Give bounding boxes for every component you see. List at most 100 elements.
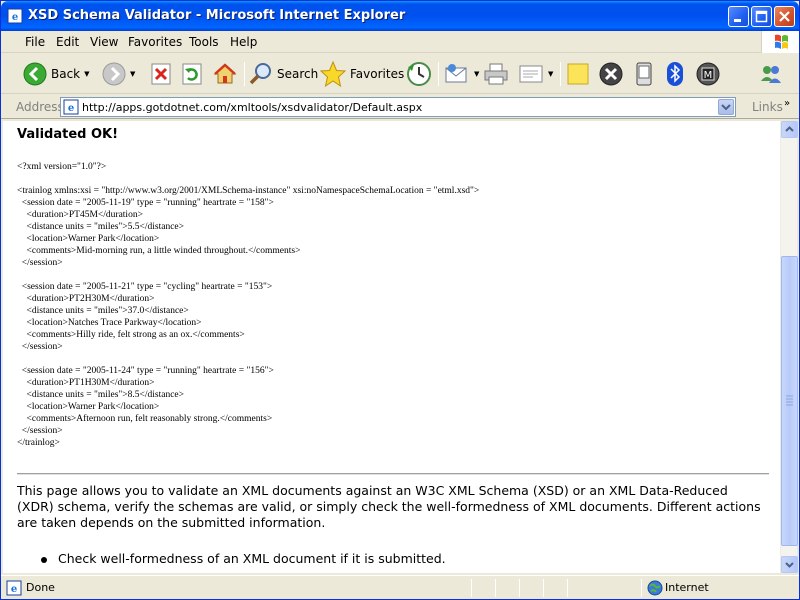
xml-line: <trainlog xmlns:xsi = "http://www.w3.org…: [17, 186, 480, 196]
menu-favorites[interactable]: Favorites: [128, 35, 182, 49]
back-dropdown-icon[interactable]: ▼: [84, 70, 89, 78]
contacts-people-icon: [761, 66, 781, 83]
close-icon: [779, 11, 790, 22]
status-bar: e Done Internet: [1, 575, 799, 599]
maximize-button[interactable]: [751, 6, 772, 27]
status-divider: [495, 579, 496, 597]
mail-icon: [445, 64, 467, 83]
xml-line: <comments>Hilly ride, felt strong as an …: [17, 330, 245, 340]
security-zone: Internet: [665, 581, 709, 594]
xml-line: </trainlog>: [17, 438, 60, 448]
toolbar: Back ▼ ▼ Search Favorites ▼ ▼ M: [1, 54, 799, 94]
mail-dropdown-icon[interactable]: ▼: [474, 70, 479, 78]
print-button[interactable]: [483, 60, 509, 88]
xml-line: </session>: [17, 342, 63, 352]
svg-text:e: e: [68, 103, 74, 114]
svg-text:e: e: [12, 12, 18, 23]
refresh-button[interactable]: [182, 60, 202, 88]
status-divider: [519, 579, 520, 597]
messenger-button[interactable]: M: [695, 60, 721, 88]
browser-window: e XSD Schema Validator - Microsoft Inter…: [0, 0, 800, 600]
refresh-icon: [182, 63, 202, 85]
chevron-down-icon: [721, 104, 731, 111]
address-input[interactable]: e http://apps.gotdotnet.com/xmltools/xsd…: [60, 97, 736, 117]
status-divider: [641, 579, 642, 597]
menu-tools[interactable]: Tools: [189, 35, 219, 49]
close-button[interactable]: [774, 6, 795, 27]
favorites-button[interactable]: Favorites: [320, 60, 404, 88]
scroll-up-button[interactable]: [781, 121, 798, 138]
internet-globe-icon: [647, 580, 663, 596]
stop-icon: [151, 63, 171, 85]
xml-line: </session>: [17, 258, 63, 268]
mobile-button[interactable]: [634, 60, 654, 88]
xml-line: <distance units = "miles">8.5</distance>: [17, 390, 185, 400]
links-expand-icon[interactable]: »: [784, 98, 790, 109]
chevron-up-icon: [785, 126, 794, 132]
search-icon: [249, 63, 271, 85]
menu-edit[interactable]: Edit: [56, 35, 79, 49]
menu-help[interactable]: Help: [230, 35, 257, 49]
search-label: Search: [277, 67, 319, 81]
toolbar-separator: [244, 62, 245, 86]
address-label: Address: [16, 100, 64, 114]
xml-line: <location>Warner Park</location>: [17, 402, 160, 412]
mail-button[interactable]: ▼: [444, 60, 479, 88]
scroll-down-button[interactable]: [781, 556, 798, 573]
windows-logo: [761, 31, 799, 53]
address-dropdown-button[interactable]: [718, 99, 734, 115]
xml-line: <session date = "2005-11-24" type = "run…: [17, 366, 274, 376]
links-label[interactable]: Links: [752, 100, 783, 114]
edit-dropdown-icon[interactable]: ▼: [548, 70, 553, 78]
xml-line: <location>Warner Park</location>: [17, 234, 160, 244]
xml-line: [17, 353, 479, 365]
history-button[interactable]: [406, 60, 432, 88]
home-button[interactable]: [213, 60, 237, 88]
vertical-scrollbar[interactable]: [780, 121, 798, 573]
x-circle-icon: [599, 62, 623, 86]
forward-dropdown-icon[interactable]: ▼: [130, 70, 135, 78]
address-bar: Address e http://apps.gotdotnet.com/xmlt…: [1, 95, 799, 119]
description-text: This page allows you to validate an XML …: [17, 483, 761, 530]
discuss-button[interactable]: [598, 60, 624, 88]
xml-line: <?xml version="1.0"?>: [17, 162, 107, 172]
xml-line: [17, 173, 479, 185]
xml-line: <session date = "2005-11-19" type = "run…: [17, 198, 274, 208]
bluetooth-icon: [667, 62, 683, 86]
mobile-device-icon: [636, 62, 652, 86]
search-button[interactable]: Search: [249, 60, 318, 88]
scroll-thumb[interactable]: [781, 256, 798, 546]
stop-button[interactable]: [151, 60, 171, 88]
xml-line: <location>Natches Trace Parkway</locatio…: [17, 318, 202, 328]
favorites-label: Favorites: [350, 67, 405, 81]
list-item: Check well-formedness of an XML document…: [41, 551, 446, 567]
xml-line: [17, 269, 479, 281]
menu-bar: File Edit View Favorites Tools Help: [1, 31, 799, 53]
title-bar[interactable]: e XSD Schema Validator - Microsoft Inter…: [1, 1, 799, 31]
xml-line: <distance units = "miles">37.0</distance…: [17, 306, 189, 316]
svg-text:e: e: [11, 584, 17, 595]
history-icon: [407, 62, 431, 86]
contacts-button[interactable]: [758, 60, 784, 88]
messenger-icon: M: [696, 62, 720, 86]
back-label: Back: [51, 67, 81, 81]
back-button[interactable]: Back ▼: [23, 60, 90, 88]
menu-view[interactable]: View: [90, 35, 118, 49]
toolbar-separator: [438, 62, 439, 86]
minimize-button[interactable]: [728, 6, 749, 27]
page-content: Validated OK! <?xml version="1.0"?> <tra…: [3, 121, 780, 573]
bluetooth-button[interactable]: [665, 60, 685, 88]
xml-line: </session>: [17, 426, 63, 436]
page-done-icon: e: [6, 580, 22, 596]
forward-button[interactable]: ▼: [102, 60, 135, 88]
status-divider: [471, 579, 472, 597]
menu-file[interactable]: File: [25, 35, 45, 49]
xml-line: <distance units = "miles">5.5</distance>: [17, 222, 185, 232]
back-arrow-icon: [23, 62, 47, 86]
status-text: Done: [26, 581, 55, 594]
page-icon: e: [63, 99, 79, 115]
edit-button[interactable]: ▼: [518, 60, 553, 88]
status-divider: [543, 579, 544, 597]
notes-button[interactable]: [566, 60, 590, 88]
xml-line: <duration>PT2H30M</duration>: [17, 294, 155, 304]
